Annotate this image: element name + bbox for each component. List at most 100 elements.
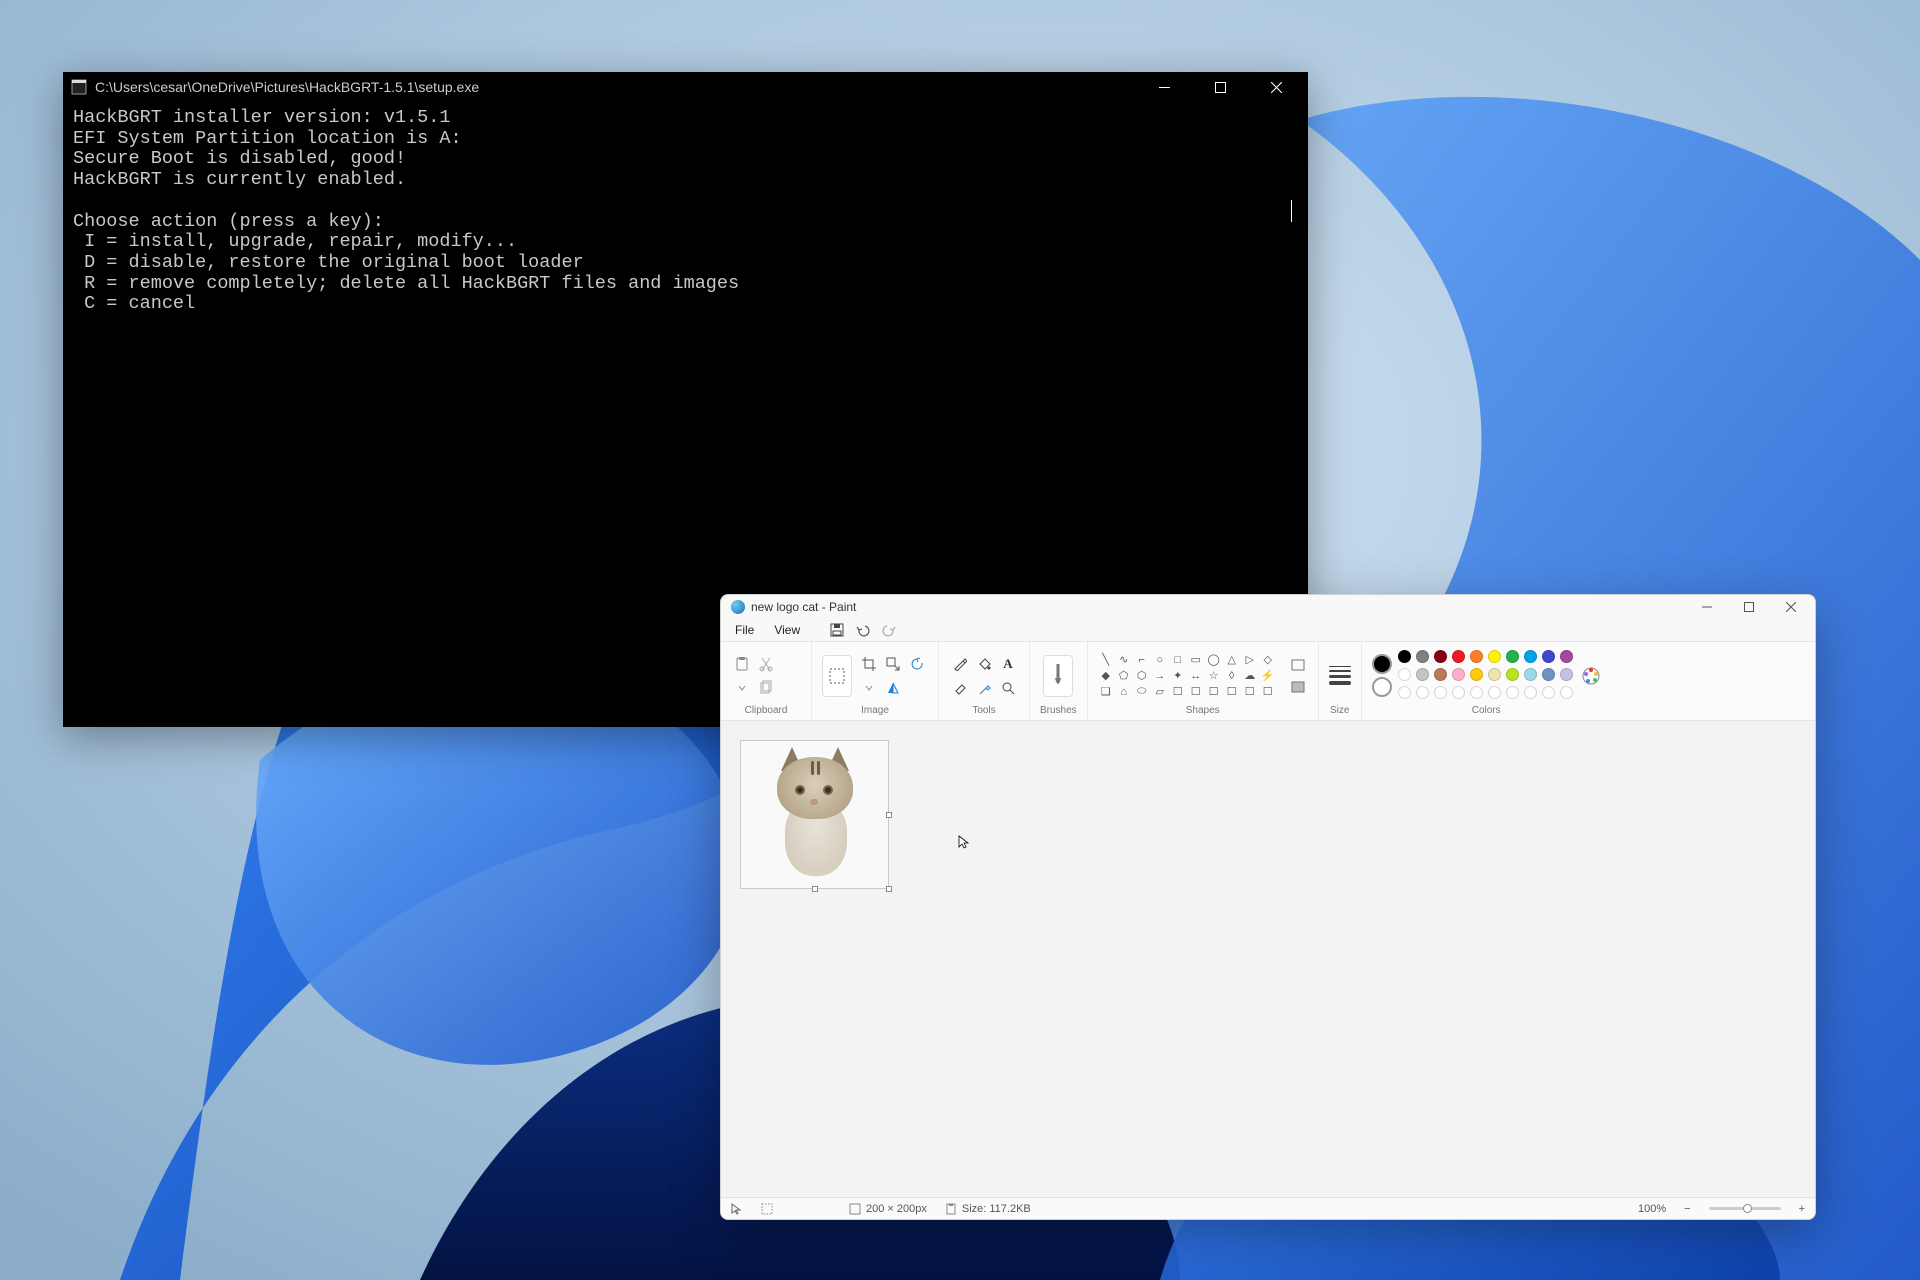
resize-button[interactable]: [882, 653, 904, 675]
paint-workspace[interactable]: [721, 721, 1815, 1197]
paint-close-button[interactable]: [1771, 597, 1811, 617]
color-swatch-9[interactable]: [1560, 668, 1573, 681]
zoom-in-button[interactable]: +: [1799, 1203, 1805, 1215]
menu-view[interactable]: View: [766, 621, 808, 639]
shape-12[interactable]: ⬡: [1134, 669, 1150, 683]
color-swatch-7[interactable]: [1524, 650, 1537, 663]
shape-14[interactable]: ✦: [1170, 669, 1186, 683]
custom-color-slot-6[interactable]: [1506, 686, 1519, 699]
shape-18[interactable]: ☁: [1242, 669, 1258, 683]
shape-15[interactable]: ↔: [1188, 669, 1204, 683]
menu-file[interactable]: File: [727, 621, 762, 639]
paint-canvas[interactable]: [741, 741, 888, 888]
maximize-button[interactable]: [1192, 72, 1248, 102]
eyedropper-tool[interactable]: [973, 677, 995, 699]
copy-button[interactable]: [755, 677, 777, 699]
shape-fill-button[interactable]: [1288, 678, 1308, 696]
color-2[interactable]: [1372, 677, 1392, 697]
shape-1[interactable]: ∿: [1116, 653, 1132, 667]
custom-color-slot-0[interactable]: [1398, 686, 1411, 699]
color-swatch-6[interactable]: [1506, 668, 1519, 681]
crop-button[interactable]: [858, 653, 880, 675]
shape-9[interactable]: ◇: [1260, 653, 1276, 667]
shape-21[interactable]: ⌂: [1116, 685, 1132, 699]
custom-color-slot-9[interactable]: [1560, 686, 1573, 699]
color-swatch-3[interactable]: [1452, 650, 1465, 663]
shape-11[interactable]: ⬠: [1116, 669, 1132, 683]
color-swatch-7[interactable]: [1524, 668, 1537, 681]
paste-button[interactable]: [731, 653, 753, 675]
select-tool[interactable]: [822, 655, 852, 697]
shape-8[interactable]: ▷: [1242, 653, 1258, 667]
color-swatch-5[interactable]: [1488, 650, 1501, 663]
paint-maximize-button[interactable]: [1729, 597, 1769, 617]
magnifier-tool[interactable]: [997, 677, 1019, 699]
resize-handle-bottom[interactable]: [812, 886, 818, 892]
color-swatch-4[interactable]: [1470, 668, 1483, 681]
color-swatch-4[interactable]: [1470, 650, 1483, 663]
shape-25[interactable]: ☐: [1188, 685, 1204, 699]
paint-minimize-button[interactable]: [1687, 597, 1727, 617]
shape-17[interactable]: ◊: [1224, 669, 1240, 683]
edit-colors-button[interactable]: [1581, 666, 1601, 686]
shape-2[interactable]: ⌐: [1134, 653, 1150, 667]
custom-color-slot-8[interactable]: [1542, 686, 1555, 699]
shape-4[interactable]: □: [1170, 653, 1186, 667]
shape-10[interactable]: ◆: [1098, 669, 1114, 683]
pencil-tool[interactable]: [949, 653, 971, 675]
custom-color-slot-1[interactable]: [1416, 686, 1429, 699]
custom-color-slot-4[interactable]: [1470, 686, 1483, 699]
shape-6[interactable]: ◯: [1206, 653, 1222, 667]
color-swatch-1[interactable]: [1416, 668, 1429, 681]
color-swatch-1[interactable]: [1416, 650, 1429, 663]
color-swatch-9[interactable]: [1560, 650, 1573, 663]
rotate-button[interactable]: [906, 653, 928, 675]
shape-5[interactable]: ▭: [1188, 653, 1204, 667]
brushes-button[interactable]: [1043, 655, 1073, 697]
custom-color-slot-7[interactable]: [1524, 686, 1537, 699]
shape-24[interactable]: ☐: [1170, 685, 1186, 699]
custom-color-slot-5[interactable]: [1488, 686, 1501, 699]
color-swatch-8[interactable]: [1542, 668, 1555, 681]
redo-button[interactable]: [878, 621, 900, 639]
fill-tool[interactable]: [973, 653, 995, 675]
zoom-slider[interactable]: [1709, 1207, 1781, 1210]
size-button[interactable]: [1329, 666, 1351, 685]
resize-handle-right[interactable]: [886, 812, 892, 818]
select-dropdown[interactable]: [858, 677, 880, 699]
custom-color-slot-2[interactable]: [1434, 686, 1447, 699]
color-swatch-2[interactable]: [1434, 668, 1447, 681]
shapes-gallery[interactable]: ╲∿⌐○□▭◯△▷◇◆⬠⬡→✦↔☆◊☁⚡❏⌂⬭▱☐☐☐☐☐☐: [1098, 653, 1276, 699]
shape-7[interactable]: △: [1224, 653, 1240, 667]
zoom-out-button[interactable]: −: [1684, 1203, 1690, 1215]
save-button[interactable]: [826, 621, 848, 639]
flip-button[interactable]: [882, 677, 904, 699]
shape-0[interactable]: ╲: [1098, 653, 1114, 667]
color-swatch-2[interactable]: [1434, 650, 1447, 663]
terminal-titlebar[interactable]: C:\Users\cesar\OneDrive\Pictures\HackBGR…: [63, 72, 1308, 102]
shape-20[interactable]: ❏: [1098, 685, 1114, 699]
shape-29[interactable]: ☐: [1260, 685, 1276, 699]
paste-dropdown[interactable]: [731, 677, 753, 699]
shape-26[interactable]: ☐: [1206, 685, 1222, 699]
shape-19[interactable]: ⚡: [1260, 669, 1276, 683]
shape-3[interactable]: ○: [1152, 653, 1168, 667]
shape-13[interactable]: →: [1152, 669, 1168, 683]
shape-23[interactable]: ▱: [1152, 685, 1168, 699]
minimize-button[interactable]: [1136, 72, 1192, 102]
eraser-tool[interactable]: [949, 677, 971, 699]
color-swatch-0[interactable]: [1398, 668, 1411, 681]
custom-color-slot-3[interactable]: [1452, 686, 1465, 699]
paint-titlebar[interactable]: new logo cat - Paint: [721, 595, 1815, 619]
color-swatch-6[interactable]: [1506, 650, 1519, 663]
shape-22[interactable]: ⬭: [1134, 685, 1150, 699]
close-button[interactable]: [1248, 72, 1304, 102]
shape-outline-button[interactable]: [1288, 656, 1308, 674]
undo-button[interactable]: [852, 621, 874, 639]
shape-16[interactable]: ☆: [1206, 669, 1222, 683]
color-swatch-8[interactable]: [1542, 650, 1555, 663]
resize-handle-corner[interactable]: [886, 886, 892, 892]
color-1[interactable]: [1372, 654, 1392, 674]
shape-27[interactable]: ☐: [1224, 685, 1240, 699]
text-tool[interactable]: A: [997, 653, 1019, 675]
